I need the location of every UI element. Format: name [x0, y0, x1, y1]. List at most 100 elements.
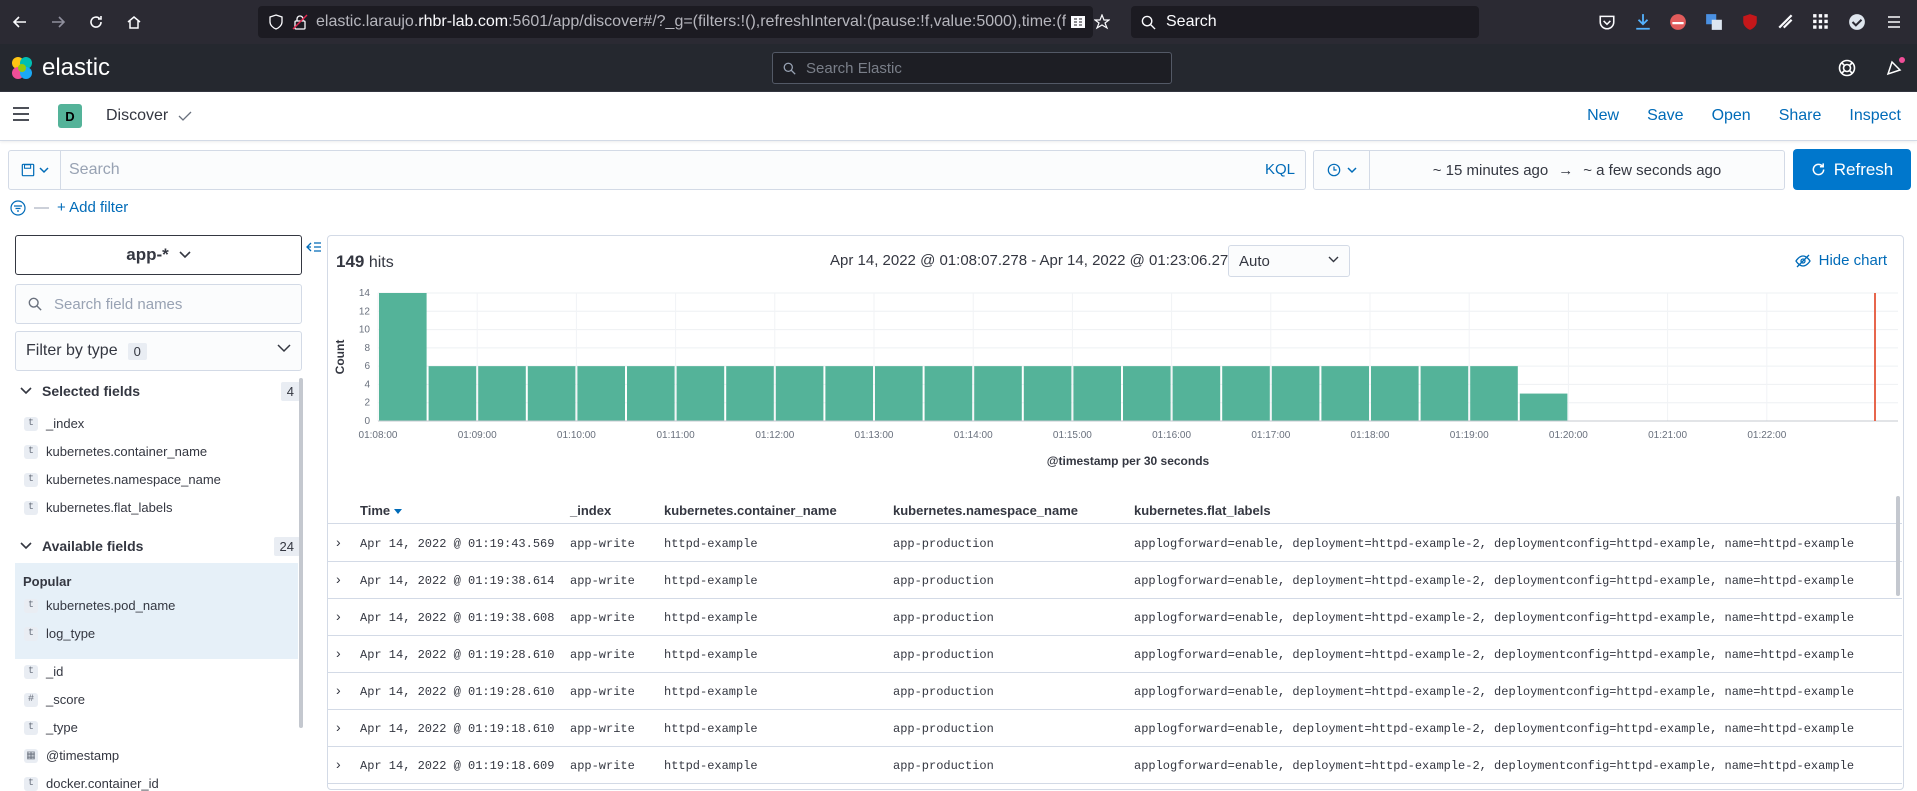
histogram-bar[interactable]	[1222, 366, 1270, 421]
histogram-bar[interactable]	[1073, 366, 1121, 421]
download-icon[interactable]	[1632, 11, 1654, 33]
extension-redhat-icon[interactable]	[1667, 11, 1689, 33]
field-id[interactable]: t _id	[24, 664, 63, 679]
column-time[interactable]: Time	[360, 503, 402, 518]
reload-icon[interactable]	[78, 4, 114, 40]
histogram-bar[interactable]	[676, 366, 725, 421]
field-kubernetes-namespace-name[interactable]: t kubernetes.namespace_name	[24, 472, 221, 487]
histogram-bar[interactable]	[428, 366, 477, 421]
expand-row-icon[interactable]: ›	[336, 571, 341, 587]
expand-row-icon[interactable]: ›	[336, 682, 341, 698]
field-timestamp[interactable]: ▦ @timestamp	[24, 748, 119, 763]
expand-row-icon[interactable]: ›	[336, 645, 341, 661]
sidebar-scrollbar[interactable]	[299, 378, 303, 728]
field-score[interactable]: # _score	[24, 692, 85, 707]
field-name: kubernetes.pod_name	[46, 598, 176, 613]
index-pattern-selector[interactable]: app-*	[15, 235, 302, 275]
space-avatar[interactable]: D	[58, 104, 82, 128]
histogram-bar[interactable]	[527, 366, 576, 421]
histogram-bar[interactable]	[825, 366, 873, 421]
pocket-icon[interactable]	[1596, 11, 1618, 33]
field-search-input[interactable]: Search field names	[15, 284, 302, 324]
column-namespace-name[interactable]: kubernetes.namespace_name	[893, 503, 1078, 518]
table-scrollbar[interactable]	[1896, 496, 1900, 596]
hide-chart-button[interactable]: Hide chart	[1794, 252, 1887, 269]
filter-options-icon[interactable]	[10, 199, 26, 216]
histogram-bar[interactable]	[924, 366, 973, 421]
forward-icon[interactable]	[40, 4, 76, 40]
expand-row-icon[interactable]: ›	[336, 756, 341, 772]
histogram-bar[interactable]	[1023, 366, 1072, 421]
column-container-name[interactable]: kubernetes.container_name	[664, 503, 837, 518]
field-docker-container-id[interactable]: t docker.container_id	[24, 776, 159, 791]
account-check-icon[interactable]	[1846, 11, 1868, 33]
histogram-bar[interactable]	[974, 366, 1022, 421]
time-start[interactable]: ~ 15 minutes ago	[1433, 162, 1549, 179]
collapse-sidebar-icon[interactable]	[306, 242, 322, 254]
histogram-bar[interactable]	[726, 366, 774, 421]
open-link[interactable]: Open	[1712, 107, 1751, 125]
apps-grid-icon[interactable]	[1810, 11, 1832, 33]
back-icon[interactable]	[2, 4, 38, 40]
filter-by-type-button[interactable]: Filter by type 0	[15, 331, 302, 371]
ublock-icon[interactable]	[1739, 11, 1761, 33]
time-end[interactable]: ~ a few seconds ago	[1583, 162, 1721, 179]
search-elastic-input[interactable]: Search Elastic	[772, 52, 1172, 84]
browser-search[interactable]: Search	[1131, 6, 1479, 38]
available-fields-header[interactable]: Available fields 24	[20, 536, 300, 556]
add-filter-link[interactable]: + Add filter	[57, 199, 128, 216]
lock-icon[interactable]	[292, 14, 308, 30]
selected-fields-header[interactable]: Selected fields 4	[20, 381, 300, 401]
field-index[interactable]: t _index	[24, 416, 84, 431]
share-link[interactable]: Share	[1779, 107, 1822, 125]
query-search-input[interactable]	[69, 159, 1069, 181]
histogram-bar[interactable]	[1123, 366, 1171, 421]
kql-language-button[interactable]: KQL	[1265, 161, 1295, 178]
save-link[interactable]: Save	[1647, 107, 1683, 125]
help-icon[interactable]	[1837, 58, 1857, 78]
expand-row-icon[interactable]: ›	[336, 719, 341, 735]
histogram-chart[interactable]: 0 2 4 6 8 10 12 14 01:08:00 01:09:00 01:10:00 01:11…	[328, 286, 1903, 486]
bookmark-star-icon[interactable]	[1094, 14, 1110, 30]
reader-view-icon[interactable]	[1070, 14, 1086, 30]
home-icon[interactable]	[116, 4, 152, 40]
histogram-bar[interactable]	[1172, 366, 1221, 421]
url-bar[interactable]: elastic.laraujo.rhbr-lab.com:5601/app/di…	[258, 6, 1110, 38]
histogram-bar[interactable]	[775, 366, 824, 421]
newsfeed-icon[interactable]	[1884, 56, 1906, 78]
inspect-link[interactable]: Inspect	[1849, 107, 1901, 125]
histogram-bar[interactable]	[1519, 393, 1568, 421]
shield-icon[interactable]	[268, 14, 284, 30]
histogram-bar[interactable]	[1420, 366, 1469, 421]
browser-menu-icon[interactable]	[1883, 11, 1905, 33]
histogram-bar[interactable]	[1321, 366, 1369, 421]
new-link[interactable]: New	[1587, 107, 1619, 125]
histogram-bar[interactable]	[478, 366, 526, 421]
expand-row-icon[interactable]: ›	[336, 608, 341, 624]
histogram-bar[interactable]	[1470, 366, 1518, 421]
field-kubernetes-pod-name[interactable]: t kubernetes.pod_name	[24, 598, 175, 613]
column-index[interactable]: _index	[570, 503, 611, 518]
histogram-bar[interactable]	[1271, 366, 1320, 421]
histogram-bar[interactable]	[627, 366, 675, 421]
interval-select[interactable]: Auto	[1228, 245, 1350, 277]
column-flat-labels[interactable]: kubernetes.flat_labels	[1134, 503, 1271, 518]
extension-bird-icon[interactable]	[1775, 11, 1797, 33]
histogram-bar[interactable]	[379, 293, 427, 421]
expand-row-icon[interactable]: ›	[336, 534, 341, 550]
field-kubernetes-flat-labels[interactable]: t kubernetes.flat_labels	[24, 500, 172, 515]
field-log-type[interactable]: t log_type	[24, 626, 95, 641]
translate-icon[interactable]	[1703, 11, 1725, 33]
quick-menu-button[interactable]	[1314, 151, 1370, 189]
field-kubernetes-container-name[interactable]: t kubernetes.container_name	[24, 444, 207, 459]
time-range-display[interactable]: ~ 15 minutes ago → ~ a few seconds ago	[1370, 151, 1784, 189]
refresh-button[interactable]: Refresh	[1793, 149, 1911, 190]
elastic-logo[interactable]: elastic	[10, 54, 110, 82]
field-type[interactable]: t _type	[24, 720, 78, 735]
hamburger-menu-icon[interactable]	[12, 106, 30, 122]
histogram-bar[interactable]	[875, 366, 923, 421]
sort-down-icon[interactable]	[393, 509, 402, 515]
saved-query-button[interactable]	[9, 151, 61, 189]
histogram-bar[interactable]	[1371, 366, 1419, 421]
histogram-bar[interactable]	[577, 366, 625, 421]
